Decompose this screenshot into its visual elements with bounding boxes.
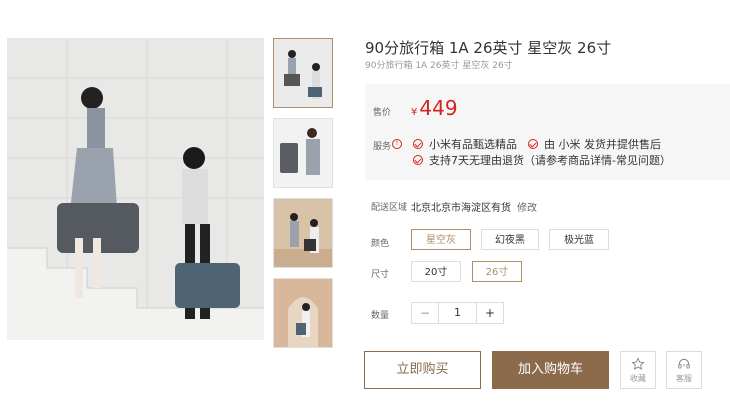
color-option-starry-gray[interactable]: 星空灰 xyxy=(411,229,471,250)
size-option-26[interactable]: 26寸 xyxy=(472,261,522,282)
price-value: 449 xyxy=(419,96,458,120)
price: ¥449 xyxy=(411,96,458,120)
color-label: 颜色 xyxy=(371,239,390,249)
thumbnail-4[interactable] xyxy=(273,278,333,348)
service-label: 服务 xyxy=(373,142,392,152)
quantity-input[interactable]: 1 xyxy=(439,303,476,323)
thumbnail-2[interactable] xyxy=(273,118,333,188)
star-icon xyxy=(631,357,645,370)
quantity-increment-button[interactable]: + xyxy=(476,303,503,323)
check-circle-icon xyxy=(528,139,538,149)
product-subtitle: 90分旅行箱 1A 26英寸 星空灰 26寸 xyxy=(365,61,513,71)
color-option-night-black[interactable]: 幻夜黑 xyxy=(481,229,539,250)
buy-now-button[interactable]: 立即购买 xyxy=(364,351,481,389)
service-item: 小米有品甄选精品 xyxy=(413,136,517,152)
service-item: 由 小米 发货并提供售后 xyxy=(528,136,661,152)
quantity-label: 数量 xyxy=(371,311,390,321)
region-edit-link[interactable]: 修改 xyxy=(517,199,537,214)
info-icon[interactable]: ! xyxy=(392,139,402,149)
size-option-20[interactable]: 20寸 xyxy=(411,261,461,282)
currency-symbol: ¥ xyxy=(411,107,418,118)
color-option-aurora-blue[interactable]: 极光蓝 xyxy=(549,229,609,250)
price-panel: 售价 ¥449 服务 ! 小米有品甄选精品 由 小米 发货并提供售后 支持7天无… xyxy=(365,84,730,180)
region-value: 北京北京市海淀区有货 xyxy=(411,203,511,214)
customer-service-button[interactable]: 客服 xyxy=(666,351,702,389)
add-to-cart-button[interactable]: 加入购物车 xyxy=(492,351,609,389)
price-label: 售价 xyxy=(373,108,392,118)
service-item: 支持7天无理由退货（请参考商品详情-常见问题） xyxy=(413,152,671,168)
headset-icon xyxy=(678,358,690,369)
service-label-text: 客服 xyxy=(676,374,692,383)
product-title: 90分旅行箱 1A 26英寸 星空灰 26寸 xyxy=(365,39,612,57)
thumbnail-3[interactable] xyxy=(273,198,333,268)
thumbnail-1[interactable] xyxy=(273,38,333,108)
quantity-decrement-button[interactable]: − xyxy=(412,303,439,323)
check-circle-icon xyxy=(413,139,423,149)
size-label: 尺寸 xyxy=(371,270,390,280)
favorite-label: 收藏 xyxy=(630,374,646,383)
check-circle-icon xyxy=(413,155,423,165)
favorite-button[interactable]: 收藏 xyxy=(620,351,656,389)
thumbnail-list xyxy=(273,38,333,358)
main-product-image xyxy=(7,38,264,340)
quantity-stepper: − 1 + xyxy=(411,302,504,324)
region-label: 配送区域 xyxy=(371,203,408,213)
